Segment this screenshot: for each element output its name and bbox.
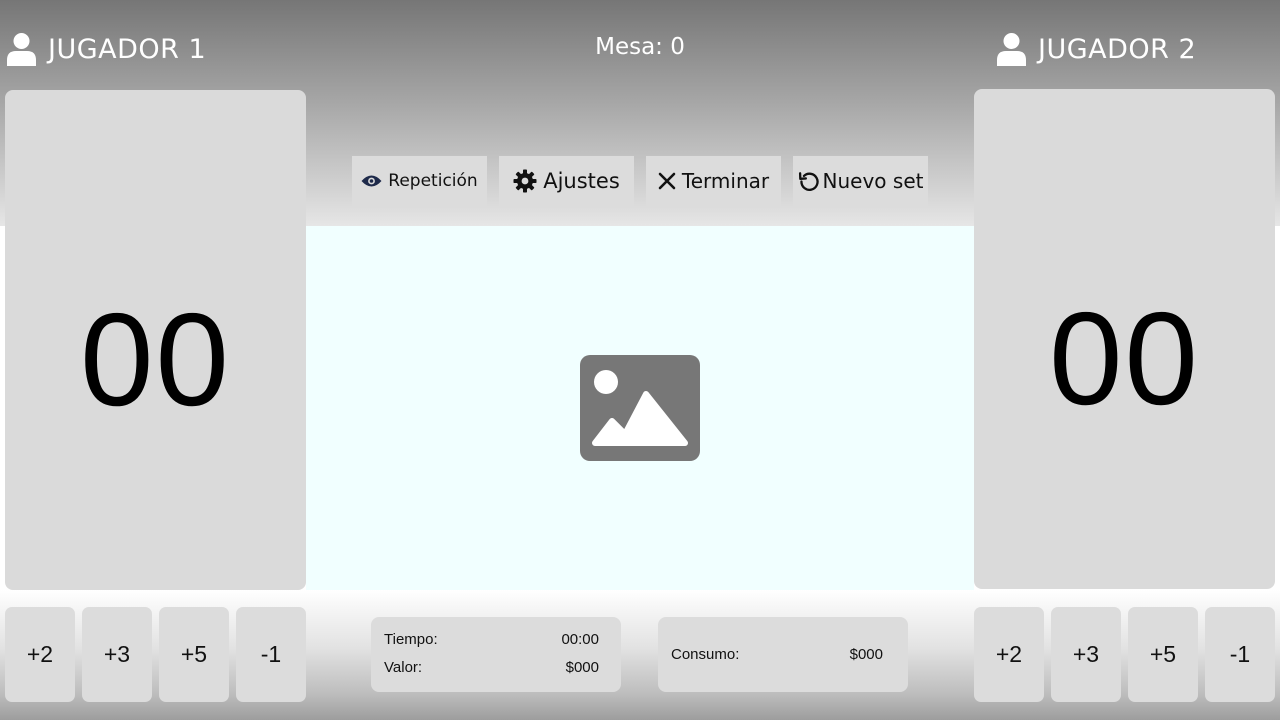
- close-icon: [658, 172, 676, 190]
- player1-plus5-button[interactable]: +5: [159, 607, 229, 702]
- user-icon: [7, 33, 36, 66]
- consumo-label: Consumo:: [671, 646, 740, 663]
- consumo-value: $000: [849, 646, 883, 663]
- player2-header: JUGADOR 2: [997, 30, 1196, 68]
- player1-score: 00: [80, 286, 231, 433]
- repeticion-button[interactable]: Repetición: [352, 156, 487, 206]
- player2-plus2-button[interactable]: +2: [974, 607, 1044, 702]
- nuevo-set-label: Nuevo set: [822, 169, 924, 193]
- consumo-row: Consumo: $000: [671, 646, 883, 663]
- ajustes-button[interactable]: Ajustes: [499, 156, 634, 206]
- tiempo-label: Tiempo:: [384, 631, 438, 648]
- player1-plus3-button[interactable]: +3: [82, 607, 152, 702]
- tiempo-row: Tiempo: 00:00: [384, 631, 599, 648]
- consumo-card: Consumo: $000: [658, 617, 908, 692]
- time-value-card: Tiempo: 00:00 Valor: $000: [371, 617, 621, 692]
- ajustes-label: Ajustes: [543, 169, 620, 193]
- player1-score-panel: 00: [5, 90, 306, 590]
- player1-header: JUGADOR 1: [7, 30, 206, 68]
- repeticion-label: Repetición: [388, 171, 478, 191]
- player1-plus2-button[interactable]: +2: [5, 607, 75, 702]
- restart-icon: [798, 171, 819, 191]
- gear-icon: [513, 169, 537, 193]
- nuevo-set-button[interactable]: Nuevo set: [793, 156, 928, 206]
- player2-plus5-button[interactable]: +5: [1128, 607, 1198, 702]
- player2-plus3-button[interactable]: +3: [1051, 607, 1121, 702]
- player2-minus1-button[interactable]: -1: [1205, 607, 1275, 702]
- terminar-button[interactable]: Terminar: [646, 156, 781, 206]
- valor-label: Valor:: [384, 659, 423, 676]
- player1-name: JUGADOR 1: [48, 33, 207, 65]
- user-icon: [997, 33, 1026, 66]
- eye-icon: [361, 175, 382, 187]
- tiempo-value: 00:00: [561, 631, 599, 648]
- player1-minus1-button[interactable]: -1: [236, 607, 306, 702]
- mesa-label: Mesa: 0: [595, 34, 685, 60]
- image-placeholder-icon: [580, 355, 700, 461]
- player2-name: JUGADOR 2: [1038, 33, 1197, 65]
- terminar-label: Terminar: [681, 169, 770, 193]
- valor-value: $000: [565, 659, 599, 676]
- player2-score: 00: [1049, 285, 1200, 432]
- valor-row: Valor: $000: [384, 659, 599, 676]
- player2-score-panel: 00: [974, 89, 1275, 589]
